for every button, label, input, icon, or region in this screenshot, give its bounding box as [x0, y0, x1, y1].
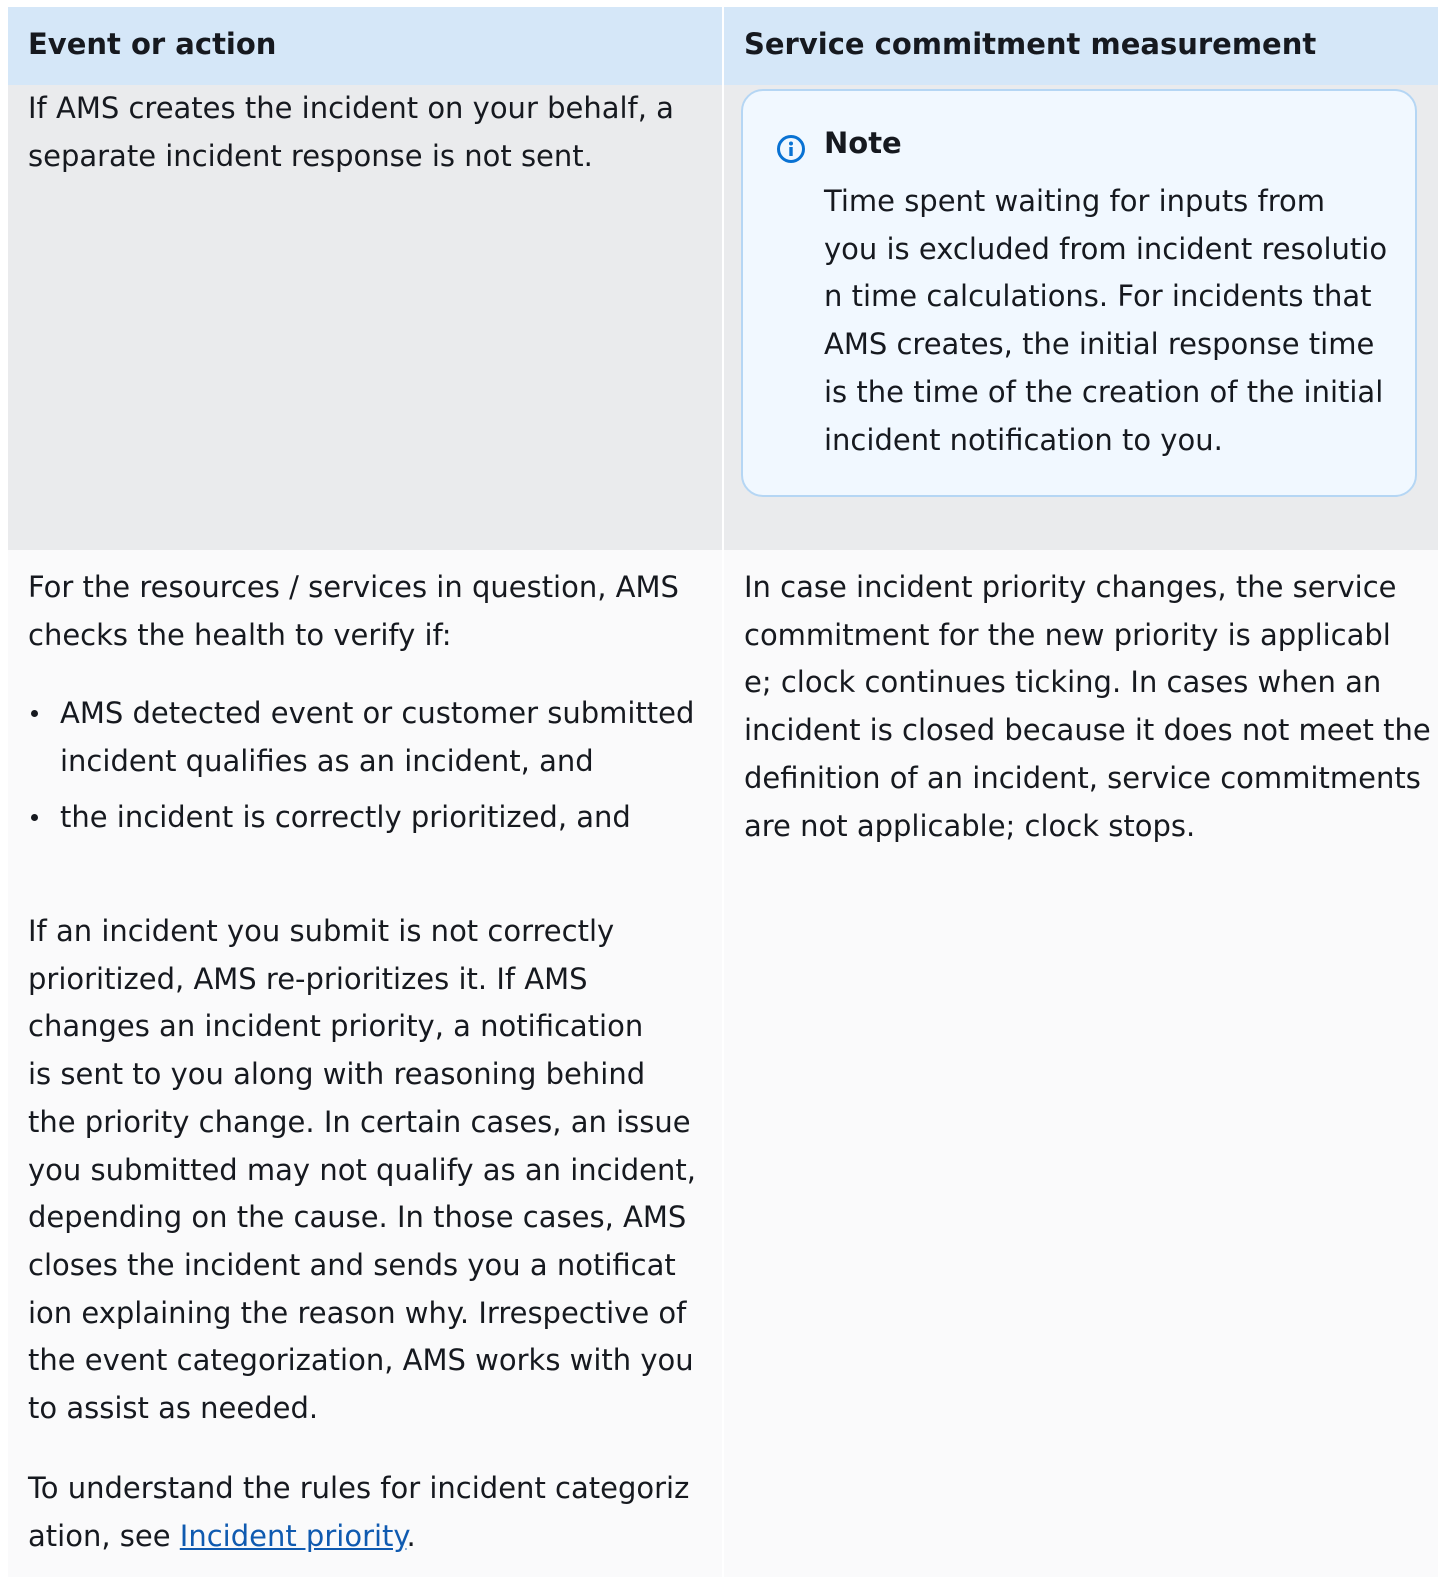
list-item: the incident is correctly prioritized, a… — [28, 794, 694, 842]
note-body: Time spent waiting for inputs from you i… — [824, 178, 1387, 464]
commitment-table: Event or action Service commitment measu… — [8, 7, 1438, 1577]
text-line: to assist as needed. — [28, 1391, 319, 1426]
text-line: commitment for the new priority is appli… — [744, 617, 1391, 652]
text-line: In case incident priority changes, the s… — [744, 570, 1397, 604]
text-line: incident notification to you. — [824, 422, 1223, 457]
header-service-commitment: Service commitment measurement — [744, 27, 1317, 61]
text-line: ation, see Incident priority. — [28, 1513, 689, 1561]
row2-rules-text: To understand the rules for incident cat… — [28, 1465, 689, 1560]
text-line: If an incident you submit is not correct… — [28, 914, 615, 948]
header-event-or-action: Event or action — [28, 27, 277, 61]
text-line: definition of an incident, service commi… — [744, 760, 1421, 795]
note-callout: Note Time spent waiting for inputs from … — [741, 89, 1417, 497]
text-line: is the time of the creation of the initi… — [824, 374, 1384, 409]
criteria-list: AMS detected event or customer submitted… — [28, 690, 694, 842]
rules-prefix: ation, see — [28, 1518, 180, 1553]
text-line: checks the health to verify if: — [28, 617, 452, 652]
text-line: If AMS creates the incident on your beha… — [28, 91, 674, 125]
row2-commitment-text: In case incident priority changes, the s… — [744, 564, 1431, 850]
text-line: you is excluded from incident resolutio — [824, 231, 1388, 266]
text-line: To understand the rules for incident cat… — [28, 1471, 690, 1505]
list-item: AMS detected event or customer submitted… — [28, 690, 694, 785]
text-line: AMS creates, the initial response time — [824, 327, 1375, 362]
row2-intro-text: For the resources / services in question… — [28, 564, 679, 659]
text-line: AMS detected event or customer submitted — [60, 696, 695, 730]
info-icon — [777, 135, 805, 163]
text-line: the priority change. In certain cases, a… — [28, 1104, 691, 1139]
row1-event-text: If AMS creates the incident on your beha… — [28, 85, 674, 180]
bullet-icon — [31, 814, 38, 822]
column-divider — [722, 7, 724, 1577]
text-line: incident is closed because it does not m… — [744, 713, 1431, 748]
text-line: e; clock continues ticking. In cases whe… — [744, 665, 1382, 700]
text-line: the event categorization, AMS works with… — [28, 1343, 694, 1378]
text-line: the incident is correctly prioritized, a… — [60, 800, 631, 835]
note-title: Note — [824, 126, 902, 160]
text-line: prioritized, AMS re-prioritizes it. If A… — [28, 961, 588, 996]
row2-reprioritize-text: If an incident you submit is not correct… — [28, 908, 696, 1433]
text-line: For the resources / services in question… — [28, 570, 679, 604]
rules-suffix: . — [406, 1518, 416, 1553]
text-line: separate incident response is not sent. — [28, 138, 593, 173]
text-line: ion explaining the reason why. Irrespect… — [28, 1295, 687, 1330]
bullet-icon — [31, 710, 38, 717]
text-line: depending on the cause. In those cases, … — [28, 1200, 687, 1235]
text-line: is sent to you along with reasoning behi… — [28, 1057, 646, 1092]
text-line: n time calculations. For incidents that — [824, 279, 1372, 314]
incident-priority-link[interactable]: Incident priority — [180, 1519, 407, 1553]
text-line: Time spent waiting for inputs from — [824, 184, 1326, 218]
text-line: changes an incident priority, a notifica… — [28, 1009, 644, 1044]
text-line: are not applicable; clock stops. — [744, 808, 1196, 843]
text-line: closes the incident and sends you a noti… — [28, 1247, 676, 1282]
text-line: incident qualifies as an incident, and — [60, 743, 594, 778]
text-line: you submitted may not qualify as an inci… — [28, 1152, 696, 1187]
